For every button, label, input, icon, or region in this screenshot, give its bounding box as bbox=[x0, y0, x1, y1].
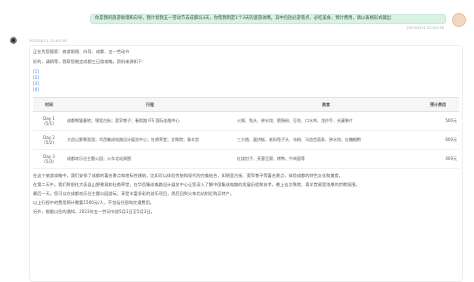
food-cell: 火锅、兔头、钟水饺、肥肠粉、豆花、口水鸡、龙抄手、夫妻肺片 bbox=[235, 111, 417, 131]
itinerary-cell: 成都欢乐谷主题公园；火车北站周围 bbox=[65, 149, 235, 169]
user-avatar[interactable] bbox=[452, 13, 466, 27]
column-header-cost: 预计费用 bbox=[417, 97, 459, 112]
table-header-row: 时间 行程 美食 预计费用 bbox=[33, 97, 459, 112]
day-cell: Day 2 (5/2) bbox=[33, 130, 65, 150]
user-message-timestamp: 2023/4/11 21:04:30 bbox=[406, 25, 444, 30]
column-header-food: 美食 bbox=[235, 97, 417, 112]
table-row: Day 2 (5/2) 大邑山野景观游；华西集成电路设计展览中心；杜甫草堂；文殊… bbox=[33, 130, 459, 150]
user-message-text: 你是我的旅游助理和向导。我计划我五一劳动节去成都玩3天，你帮我制定1个3天的旅游… bbox=[95, 16, 392, 21]
summary-paragraph: 在第二天中，我们将前往大邑县山野景观和杜甫草堂，在华西集成电路设计展览中心让您深… bbox=[33, 182, 360, 187]
cost-cell: 400元 bbox=[417, 149, 459, 169]
column-header-time: 时间 bbox=[33, 97, 65, 112]
day-date: (5/2) bbox=[44, 140, 54, 145]
assistant-message-timestamp: 2023/4/11 21:05:18 bbox=[29, 38, 67, 43]
day-cell: Day 3 (5/3) bbox=[33, 149, 65, 169]
summary-paragraph: 在这个旅游攻略中，我们安排了成都的著名景点和地标性建筑，比如可以体验传统和现代的… bbox=[33, 173, 343, 178]
day-cell: Day 1 (5/1) bbox=[33, 111, 65, 131]
day-date: (5/1) bbox=[44, 121, 54, 126]
food-cell: 红烧肘子、芙蓉豆腐、烤鸭、牛肉面等 bbox=[235, 149, 417, 169]
cost-note: 以上行程中的费用预计需要1500元/人，不包括住宿和交通费用。 bbox=[33, 200, 154, 205]
table-row: Day 3 (5/3) 成都欢乐谷主题公园；火车北站周围 红烧肘子、芙蓉豆腐、烤… bbox=[33, 149, 459, 169]
table-row: Day 1 (5/1) 成都熊猫基地；锦里古街；宽窄巷子；春熙路 IFS 国际金… bbox=[33, 111, 459, 131]
cost-cell: 500元 bbox=[417, 111, 459, 131]
cost-cell: 600元 bbox=[417, 130, 459, 150]
assistant-message-card: 正在为您搜索：旅游助理、向导、成都、五一劳动节 好的，请稍等，我帮您制定成都三日… bbox=[29, 45, 463, 282]
itinerary-cell: 大邑山野景观游；华西集成电路设计展览中心；杜甫草堂；文殊院；青羊宫 bbox=[65, 130, 235, 150]
assistant-logo-icon: ✺ bbox=[9, 36, 18, 47]
itinerary-table: 时间 行程 美食 预计费用 Day 1 (5/1) 成都熊猫基地；锦里古街；宽窄… bbox=[33, 97, 459, 169]
food-cell: 三大炮、蛋烘糕、老妈兔子头、冰粉、马齿苋面条、钟水饺、红糖糍粑 bbox=[235, 130, 417, 150]
day-date: (5/3) bbox=[44, 159, 54, 164]
reference-link[interactable]: [4] bbox=[33, 87, 459, 93]
summary-paragraph: 最后一天，您可以在成都欢乐谷主题公园游玩，享受丰富多彩的游乐项目，然后回到火车北… bbox=[33, 191, 235, 196]
column-header-itinerary: 行程 bbox=[65, 97, 235, 112]
holiday-note: 另外，根据以往的通知，2023年五一劳动节放5月1日至5月3日。 bbox=[33, 209, 155, 214]
itinerary-cell: 成都熊猫基地；锦里古街；宽窄巷子；春熙路 IFS 国际金融中心 bbox=[65, 111, 235, 131]
user-message-bubble: 你是我的旅游助理和向导。我计划我五一劳动节去成都玩3天，你帮我制定1个3天的旅游… bbox=[90, 14, 446, 24]
